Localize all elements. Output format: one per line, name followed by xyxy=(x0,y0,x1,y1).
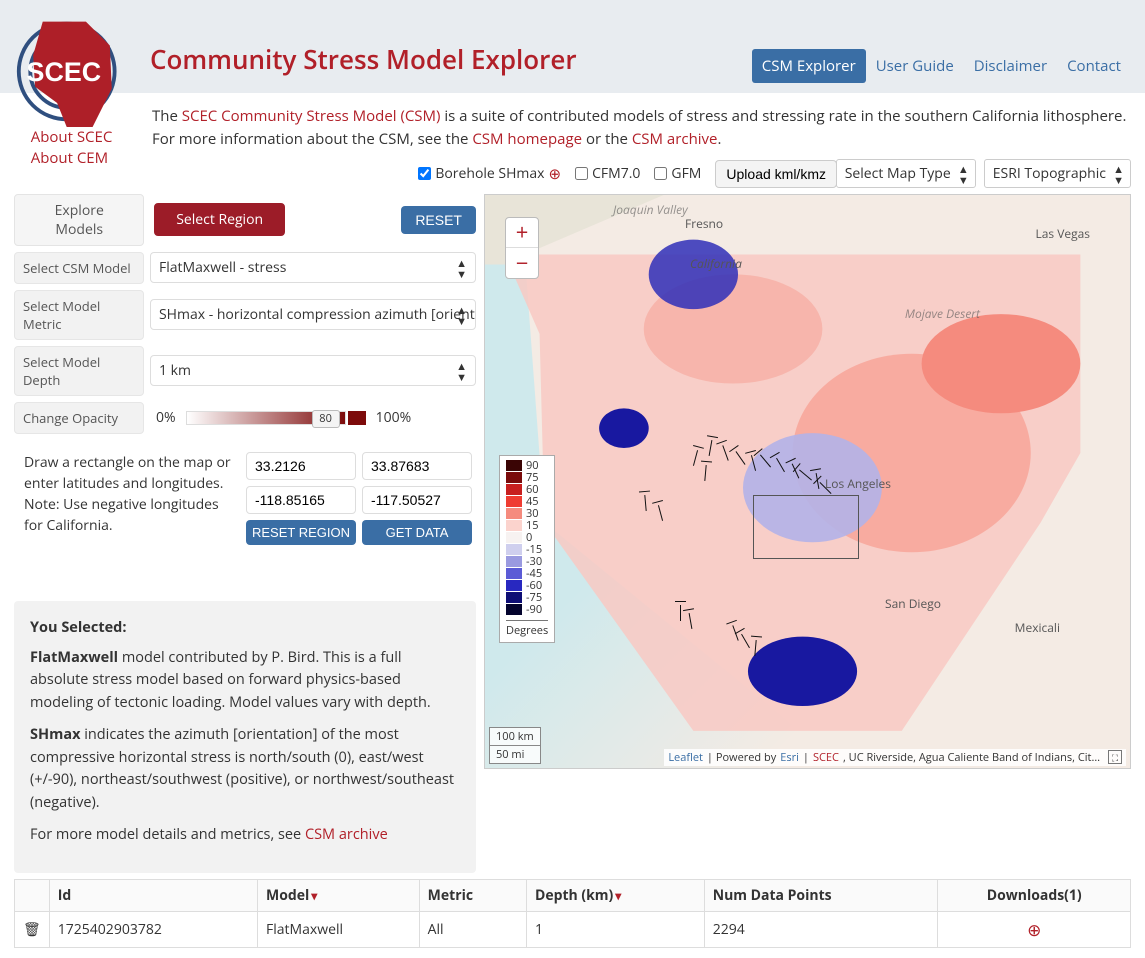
lon1-field[interactable] xyxy=(246,486,356,514)
model-depth-label: Select Model Depth xyxy=(14,346,144,396)
selection-info: You Selected: FlatMaxwell model contribu… xyxy=(14,601,476,873)
results-table: Id Model▾ Metric Depth (km)▾ Num Data Po… xyxy=(14,879,1131,948)
trash-icon[interactable]: 🗑 xyxy=(15,911,50,947)
leaflet-link[interactable]: Leaflet xyxy=(668,750,703,765)
model-metric-label: Select Model Metric xyxy=(14,290,144,340)
gfm-checkbox[interactable]: GFM xyxy=(654,164,701,183)
download-icon[interactable]: ⊕ xyxy=(549,164,562,184)
page-title: Community Stress Model Explorer xyxy=(150,41,577,77)
nav-contact[interactable]: Contact xyxy=(1057,49,1131,83)
sort-icon: ▾ xyxy=(615,887,621,904)
intro-text: The SCEC Community Stress Model (CSM) is… xyxy=(0,93,1145,158)
download-row-icon[interactable]: ⊕ xyxy=(938,911,1131,947)
svg-text:SCEC: SCEC xyxy=(27,57,102,87)
opacity-max: 100% xyxy=(376,408,412,427)
csm-model-select[interactable]: FlatMaxwell - stress▲▼ xyxy=(150,252,476,283)
about-scec-link[interactable]: About SCEC xyxy=(31,127,113,148)
model-metric-select[interactable]: SHmax - horizontal compression azimuth [… xyxy=(150,299,476,330)
chevron-down-icon: ▲▼ xyxy=(958,164,969,186)
reset-button[interactable]: RESET xyxy=(401,206,476,234)
select-map-type[interactable]: Select Map Type▲▼ xyxy=(836,159,976,188)
color-legend: 9075604530150-15-30-45-60-75-90Degrees xyxy=(499,455,555,643)
scec-attr-link[interactable]: SCEC xyxy=(813,750,839,765)
map-canvas[interactable]: Fresno California Las Vegas Mojave Deser… xyxy=(484,194,1131,769)
chevron-down-icon: ▲▼ xyxy=(456,361,467,383)
table-row: 🗑1725402903782FlatMaxwellAll12294⊕ xyxy=(15,911,1131,947)
col-id[interactable]: Id xyxy=(49,879,257,911)
tab-csm-explorer[interactable]: CSM Explorer xyxy=(752,49,866,83)
csm-archive-link[interactable]: CSM archive xyxy=(632,129,718,149)
lon2-field[interactable] xyxy=(362,486,472,514)
chevron-down-icon: ▲▼ xyxy=(1113,164,1124,186)
select-region-tab[interactable]: Select Region xyxy=(154,203,284,236)
chevron-down-icon: ▲▼ xyxy=(456,258,467,280)
sort-icon: ▾ xyxy=(311,887,317,904)
col-downloads[interactable]: Downloads(1) xyxy=(938,879,1131,911)
opacity-slider[interactable]: 80 xyxy=(186,411,346,425)
lat2-field[interactable] xyxy=(362,452,472,480)
upload-kml-button[interactable]: Upload kml/kmz xyxy=(715,160,837,188)
selected-region-rect[interactable] xyxy=(753,495,859,559)
zoom-in-button[interactable]: + xyxy=(506,218,538,248)
scale-bar: 100 km 50 mi xyxy=(489,727,541,764)
fullscreen-icon[interactable]: ⛶ xyxy=(1108,750,1122,764)
cfm-checkbox[interactable]: CFM7.0 xyxy=(575,164,640,183)
col-depth[interactable]: Depth (km)▾ xyxy=(526,879,704,911)
explore-models-tab[interactable]: Explore Models xyxy=(14,194,144,246)
about-cem-link[interactable]: About CEM xyxy=(31,148,113,169)
csm-model-label: Select CSM Model xyxy=(14,252,144,284)
borehole-checkbox[interactable]: Borehole SHmax ⊕ xyxy=(418,164,561,184)
col-num[interactable]: Num Data Points xyxy=(704,879,938,911)
col-model[interactable]: Model▾ xyxy=(258,879,420,911)
opacity-min: 0% xyxy=(156,408,176,427)
reset-region-button[interactable]: RESET REGION xyxy=(246,520,356,545)
lat1-field[interactable] xyxy=(246,452,356,480)
region-instructions: Draw a rectangle on the map or enter lat… xyxy=(24,452,236,545)
nav-user-guide[interactable]: User Guide xyxy=(866,49,964,83)
esri-link[interactable]: Esri xyxy=(780,750,799,765)
get-data-button[interactable]: GET DATA xyxy=(362,520,472,545)
opacity-handle[interactable]: 80 xyxy=(312,410,340,428)
csm-archive-link-2[interactable]: CSM archive xyxy=(305,825,388,844)
chevron-down-icon: ▲▼ xyxy=(456,305,467,327)
csm-link[interactable]: SCEC Community Stress Model (CSM) xyxy=(182,106,441,126)
col-metric[interactable]: Metric xyxy=(419,879,526,911)
zoom-out-button[interactable]: − xyxy=(506,248,538,278)
map-attribution: Leaflet | Powered by Esri | SCEC , UC Ri… xyxy=(664,749,1126,766)
scec-logo: SCEC xyxy=(14,12,129,127)
opacity-label: Change Opacity xyxy=(14,402,144,434)
model-depth-select[interactable]: 1 km▲▼ xyxy=(150,355,476,386)
nav-disclaimer[interactable]: Disclaimer xyxy=(964,49,1057,83)
basemap-select[interactable]: ESRI Topographic▲▼ xyxy=(984,159,1131,188)
csm-homepage-link[interactable]: CSM homepage xyxy=(472,129,582,149)
